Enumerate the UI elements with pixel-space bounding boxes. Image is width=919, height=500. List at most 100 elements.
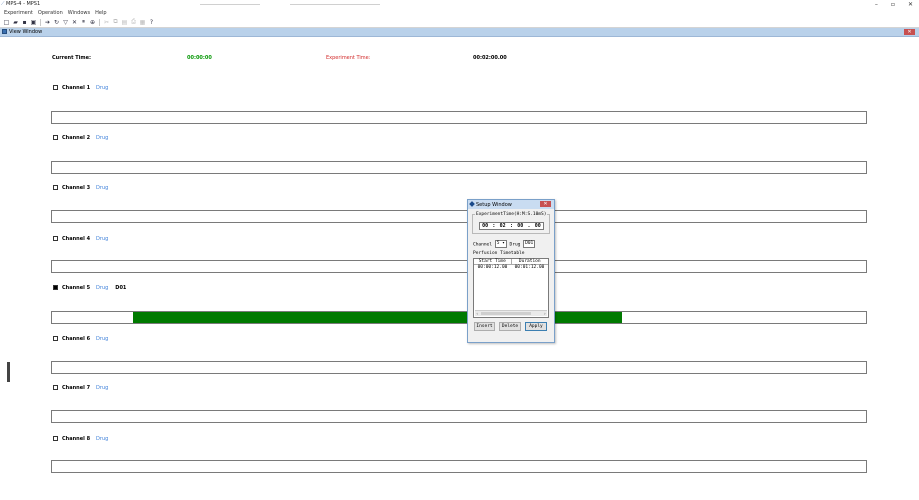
channel-row-1: Channel 1 Drug xyxy=(53,84,108,91)
duration-column-header[interactable]: Duration xyxy=(512,259,549,264)
channel-row-6: Channel 6 Drug xyxy=(53,335,108,342)
channel-4-checkbox[interactable] xyxy=(53,236,58,241)
insert-button[interactable]: Insert xyxy=(474,322,495,331)
horizontal-scrollbar[interactable]: ‹ › xyxy=(475,310,547,316)
open-folder-icon[interactable]: ▰ xyxy=(12,18,19,26)
save-all-icon[interactable]: ▣ xyxy=(30,18,37,26)
channel-3-timeline[interactable] xyxy=(51,210,867,223)
channel-3-drug-link[interactable]: Drug xyxy=(96,185,108,191)
experiment-time-value: 00:02:00.00 xyxy=(473,55,507,61)
channel-2-timeline[interactable] xyxy=(51,161,867,174)
drug-field[interactable]: D01 xyxy=(523,240,536,248)
channel-7-label: Channel 7 xyxy=(62,384,91,391)
experiment-time-input[interactable]: 00: 02: 00. 00 xyxy=(479,222,544,230)
start-time-column-header[interactable]: Start Time xyxy=(474,259,512,264)
channel-4-timeline[interactable] xyxy=(51,260,867,273)
apply-button[interactable]: Apply xyxy=(525,322,547,331)
setup-window: Setup Window ✕ ExperimentTime(H:M:S.10mS… xyxy=(467,199,555,343)
channel-1-checkbox[interactable] xyxy=(53,85,58,90)
view-window-close-button[interactable]: ✕ xyxy=(904,29,915,35)
paste-icon[interactable]: ▤ xyxy=(121,18,128,26)
duration-cell: 00:01:12.00 xyxy=(514,265,545,270)
scroll-left-icon[interactable]: ‹ xyxy=(476,311,478,316)
menu-operation[interactable]: Operation xyxy=(38,9,63,17)
filter-icon[interactable]: ▽ xyxy=(62,18,69,26)
channel-row-5: Channel 5 Drug D01 xyxy=(53,284,126,291)
scrollbar-thumb[interactable] xyxy=(481,312,531,315)
new-file-icon[interactable]: □ xyxy=(3,18,10,26)
channel-5-drug-link[interactable]: Drug xyxy=(96,285,108,291)
toolbar: □ ▰ ▪ ▣ ➔ ↻ ▽ ✕ ⏸ ⊕ ✂ ⧉ ▤ ⎙ ▦ ? xyxy=(0,17,919,28)
channel-8-checkbox[interactable] xyxy=(53,436,58,441)
channel-row-8: Channel 8 Drug xyxy=(53,435,108,442)
setup-window-titlebar[interactable]: Setup Window ✕ xyxy=(468,200,554,209)
channel-8-timeline[interactable] xyxy=(51,460,867,473)
channel-row-7: Channel 7 Drug xyxy=(53,384,108,391)
channel-select[interactable]: 5 ▾ xyxy=(494,240,507,248)
print-icon[interactable]: ⎙ xyxy=(130,18,137,26)
channel-3-checkbox[interactable] xyxy=(53,185,58,190)
channel-row-3: Channel 3 Drug xyxy=(53,184,108,191)
app-titlebar: ⟋ MPS-4 - MPS1 – ▫ ✕ xyxy=(0,0,919,9)
menu-bar: Experiment Operation Windows Help xyxy=(0,9,919,17)
menu-windows[interactable]: Windows xyxy=(68,9,90,17)
refresh-icon[interactable]: ↻ xyxy=(53,18,60,26)
channel-row-4: Channel 4 Drug xyxy=(53,235,108,242)
copy-icon[interactable]: ⧉ xyxy=(112,18,119,26)
connect-icon[interactable]: ➔ xyxy=(44,18,51,26)
view-window-icon xyxy=(2,29,7,34)
channel-8-drug-link[interactable]: Drug xyxy=(96,436,108,442)
perfusion-timetable-label: Perfusion Timetable xyxy=(473,251,525,256)
toolbar-separator xyxy=(99,18,100,26)
channel-5-timeline[interactable] xyxy=(51,311,867,324)
close-button[interactable]: ✕ xyxy=(908,1,913,8)
toolbar-separator xyxy=(40,18,41,26)
menu-experiment[interactable]: Experiment xyxy=(4,9,33,17)
channel-6-checkbox[interactable] xyxy=(53,336,58,341)
channel-2-checkbox[interactable] xyxy=(53,135,58,140)
pause-icon[interactable]: ⏸ xyxy=(80,18,87,26)
scroll-right-icon[interactable]: › xyxy=(544,311,546,316)
channel-drug-row: Channel 5 ▾ Drug D01 xyxy=(473,240,536,248)
drug-field-label: Drug xyxy=(509,242,521,248)
splitter-handle[interactable] xyxy=(7,362,10,382)
channel-7-checkbox[interactable] xyxy=(53,385,58,390)
grid-icon[interactable]: ▦ xyxy=(139,18,146,26)
delete-button[interactable]: Delete xyxy=(499,322,521,331)
app-title: MPS-4 - MPS1 xyxy=(6,1,41,7)
channel-6-drug-link[interactable]: Drug xyxy=(96,336,108,342)
channel-1-timeline[interactable] xyxy=(51,111,867,124)
channel-select-label: Channel xyxy=(473,242,492,248)
help-icon[interactable]: ? xyxy=(148,18,155,26)
view-window-titlebar: View Window ✕ xyxy=(0,28,919,37)
record-icon[interactable]: ⊕ xyxy=(89,18,96,26)
channel-1-drug-link[interactable]: Drug xyxy=(96,85,108,91)
setup-window-close-button[interactable]: ✕ xyxy=(540,201,551,207)
channel-7-timeline[interactable] xyxy=(51,410,867,423)
channel-6-timeline[interactable] xyxy=(51,361,867,374)
channel-2-drug-link[interactable]: Drug xyxy=(96,135,108,141)
current-time-label: Current Time: xyxy=(52,55,91,61)
app-icon: ⟋ xyxy=(1,1,5,7)
table-row[interactable]: 00:00:12.00 00:01:12.00 xyxy=(474,265,548,270)
setup-window-title: Setup Window xyxy=(476,202,512,208)
stop-icon[interactable]: ✕ xyxy=(71,18,78,26)
channel-1-label: Channel 1 xyxy=(62,84,91,91)
start-time-cell: 00:00:12.00 xyxy=(477,265,508,270)
channel-2-label: Channel 2 xyxy=(62,134,91,141)
channel-5-checkbox[interactable] xyxy=(53,285,58,290)
save-icon[interactable]: ▪ xyxy=(21,18,28,26)
channel-7-drug-link[interactable]: Drug xyxy=(96,385,108,391)
minutes-field[interactable]: 02 xyxy=(500,223,506,229)
seconds-field[interactable]: 00 xyxy=(517,223,523,229)
menu-help[interactable]: Help xyxy=(95,9,106,17)
perfusion-timetable[interactable]: Start Time Duration 00:00:12.00 00:01:12… xyxy=(473,258,549,318)
current-time-value: 00:00:00 xyxy=(187,55,212,61)
centiseconds-field[interactable]: 00 xyxy=(535,223,541,229)
channel-4-drug-link[interactable]: Drug xyxy=(96,236,108,242)
cut-icon[interactable]: ✂ xyxy=(103,18,110,26)
channel-5-label: Channel 5 xyxy=(62,284,91,291)
maximize-button[interactable]: ▫ xyxy=(891,1,895,8)
hours-field[interactable]: 00 xyxy=(482,223,488,229)
minimize-button[interactable]: – xyxy=(875,1,878,8)
